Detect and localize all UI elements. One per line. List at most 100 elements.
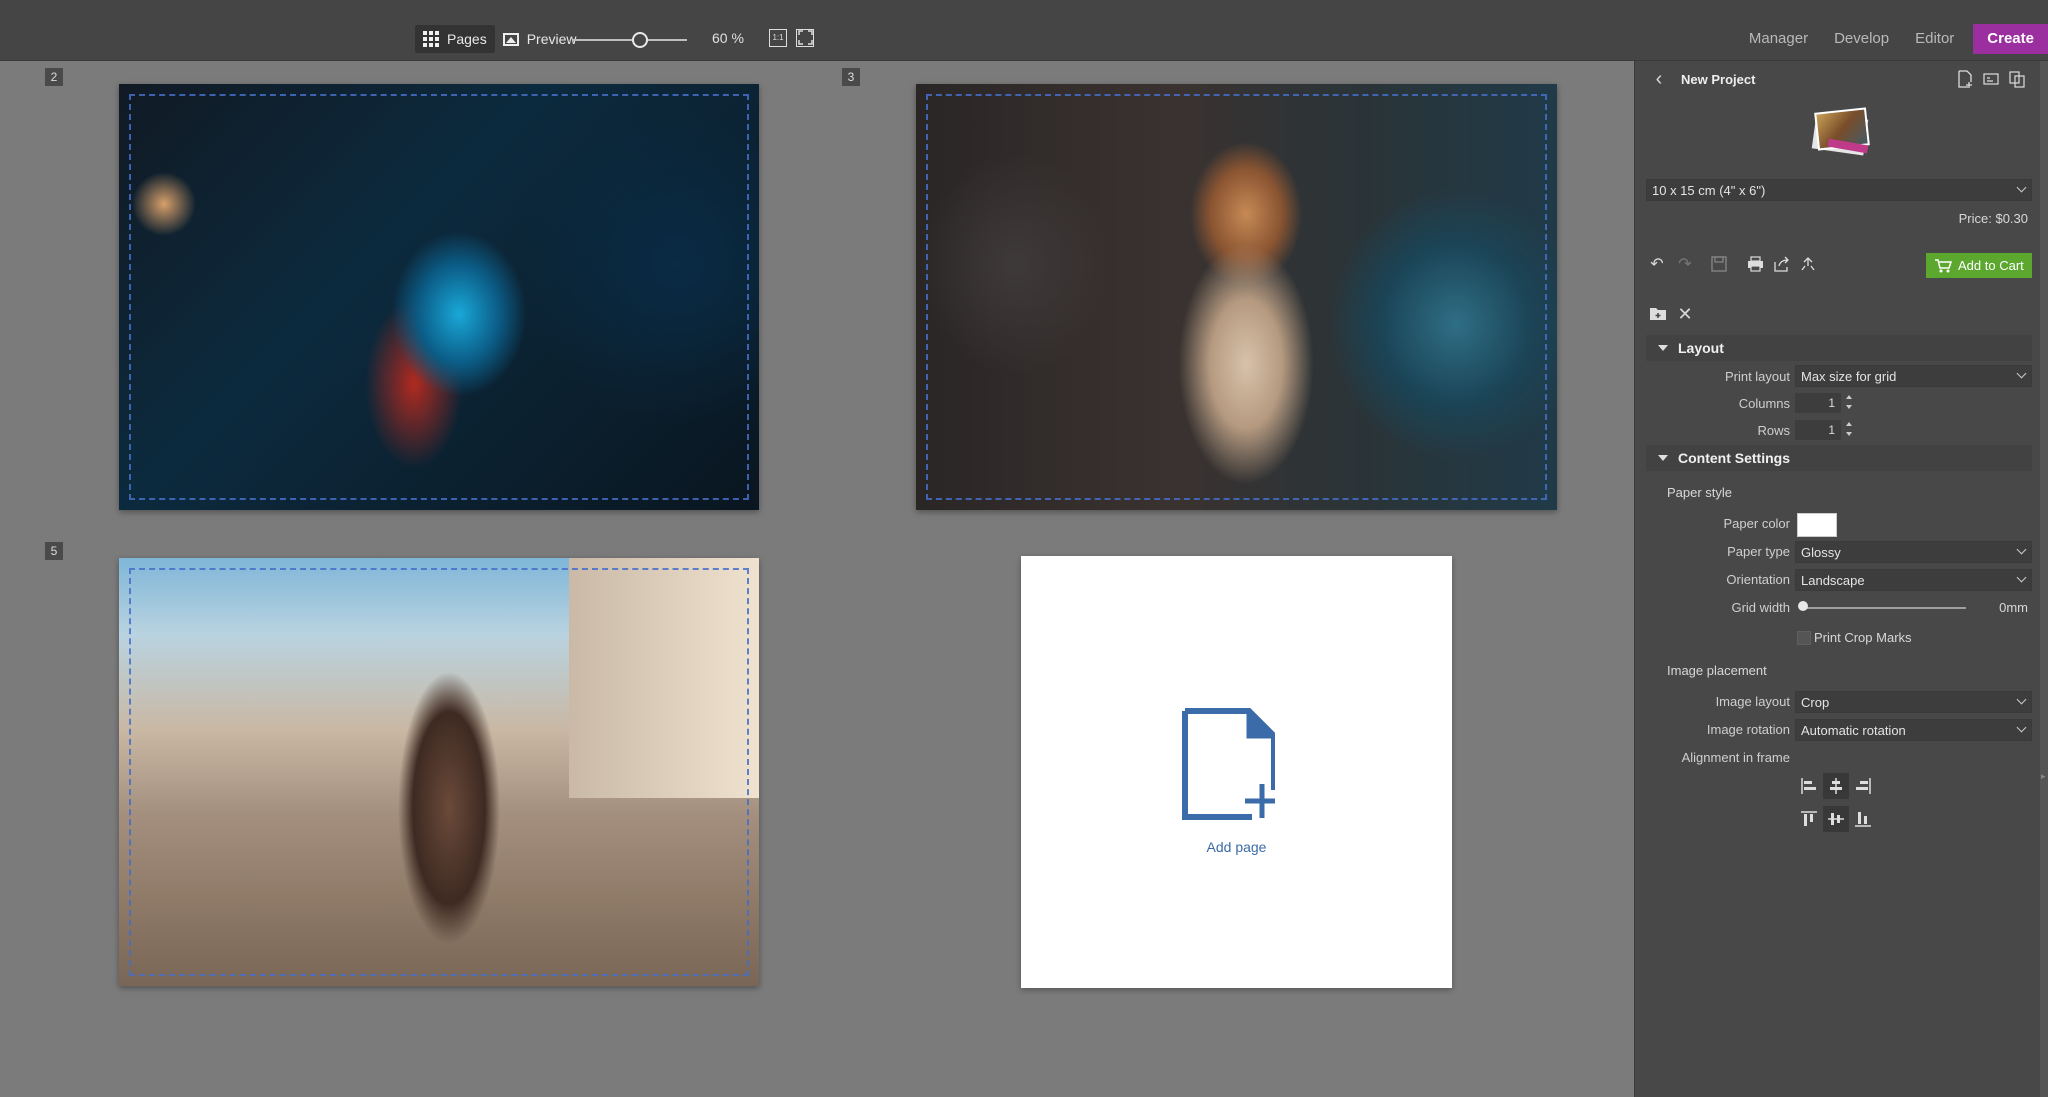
export-icon[interactable] <box>1799 256 1817 274</box>
redo-icon[interactable]: ↷ <box>1676 256 1694 274</box>
product-thumbnail <box>1810 104 1872 162</box>
page-number-badge: 5 <box>45 542 63 560</box>
image-placement-label: Image placement <box>1667 663 1767 678</box>
image-layout-select[interactable]: Crop <box>1795 691 2032 713</box>
rows-stepper[interactable]: 1 <box>1795 420 1841 440</box>
zoom-level: 60 % <box>712 30 744 46</box>
layout-section-title: Layout <box>1678 340 1724 356</box>
crop-guide <box>129 568 749 976</box>
share-icon[interactable] <box>1772 256 1790 274</box>
page-number-badge: 3 <box>842 68 860 86</box>
chevron-down-icon <box>2016 722 2027 733</box>
crop-guide <box>129 94 749 500</box>
add-to-cart-label: Add to Cart <box>1958 258 2024 273</box>
collapse-triangle-icon <box>1658 455 1668 461</box>
grid-width-slider-knob[interactable] <box>1798 601 1808 611</box>
text-frame-icon[interactable] <box>1982 70 2000 88</box>
orientation-select[interactable]: Landscape <box>1795 569 2032 591</box>
chevron-down-icon <box>2016 572 2027 583</box>
collapse-triangle-icon <box>1658 345 1668 351</box>
paper-type-select[interactable]: Glossy <box>1795 541 2032 563</box>
grid-icon <box>423 31 439 47</box>
photo-page-5[interactable] <box>119 558 759 986</box>
develop-module-tab[interactable]: Develop <box>1821 24 1902 54</box>
duplicate-page-icon[interactable] <box>2008 70 2026 88</box>
alignment-in-frame-label: Alignment in frame <box>1681 750 1790 765</box>
add-folder-icon[interactable] <box>1649 305 1667 323</box>
photo-page-3[interactable] <box>916 84 1557 510</box>
price-label: Price: $0.30 <box>1958 211 2028 226</box>
zoom-slider-track[interactable] <box>572 39 687 41</box>
manager-module-tab[interactable]: Manager <box>1736 24 1821 54</box>
close-icon[interactable]: ✕ <box>1676 305 1694 323</box>
content-settings-section-title: Content Settings <box>1678 450 1790 466</box>
image-rotation-value: Automatic rotation <box>1801 723 1906 738</box>
actual-size-icon[interactable]: 1:1 <box>769 29 787 47</box>
chevron-down-icon <box>2016 694 2027 705</box>
add-to-cart-button[interactable]: Add to Cart <box>1926 253 2032 278</box>
columns-stepper-arrows[interactable] <box>1845 393 1855 413</box>
print-icon[interactable] <box>1746 256 1764 274</box>
fit-to-screen-icon[interactable] <box>796 29 814 47</box>
image-rotation-select[interactable]: Automatic rotation <box>1795 719 2032 741</box>
print-layout-select[interactable]: Max size for grid <box>1795 365 2032 387</box>
cart-icon <box>1934 257 1953 282</box>
image-layout-value: Crop <box>1801 695 1830 710</box>
pages-view-label: Pages <box>447 31 487 47</box>
align-center-vertical-button[interactable] <box>1823 806 1849 832</box>
image-layout-label: Image layout <box>1715 694 1790 709</box>
crop-guide <box>926 94 1547 500</box>
print-size-select[interactable]: 10 x 15 cm (4" x 6") <box>1646 179 2032 201</box>
print-layout-label: Print layout <box>1724 369 1790 384</box>
save-icon[interactable] <box>1710 256 1728 274</box>
content-settings-section-header[interactable]: Content Settings <box>1646 445 2032 471</box>
align-right-button[interactable] <box>1850 773 1876 799</box>
print-crop-marks-label: Print Crop Marks <box>1814 630 1912 645</box>
layout-section-header[interactable]: Layout <box>1646 335 2032 361</box>
panel-collapse-edge[interactable]: ▸ <box>2040 61 2048 1097</box>
editor-module-tab[interactable]: Editor <box>1902 24 1967 54</box>
preview-view-label: Preview <box>526 31 577 47</box>
grid-width-slider-track[interactable] <box>1804 607 1966 609</box>
rows-label: Rows <box>1757 423 1790 438</box>
undo-icon[interactable]: ↶ <box>1648 256 1666 274</box>
align-top-button[interactable] <box>1796 806 1822 832</box>
zoom-slider-knob[interactable] <box>632 32 648 48</box>
add-page-button[interactable]: Add page <box>1021 556 1452 988</box>
pages-view-button[interactable]: Pages <box>415 25 495 53</box>
new-page-icon[interactable] <box>1956 70 1974 88</box>
photo-page-2[interactable] <box>119 84 759 510</box>
view-mode-group: Pages Preview <box>415 25 585 53</box>
create-module-tab[interactable]: Create <box>1973 24 2048 54</box>
add-page-icon <box>1182 708 1275 820</box>
image-rotation-label: Image rotation <box>1706 722 1790 737</box>
columns-stepper[interactable]: 1 <box>1795 393 1841 413</box>
image-icon <box>502 32 519 46</box>
print-layout-value: Max size for grid <box>1801 369 1897 384</box>
orientation-value: Landscape <box>1801 573 1865 588</box>
page-number-badge: 2 <box>45 68 63 86</box>
print-crop-marks-checkbox[interactable] <box>1797 631 1811 645</box>
paper-color-swatch[interactable] <box>1797 513 1837 537</box>
grid-width-label: Grid width <box>1731 600 1790 615</box>
paper-color-label: Paper color <box>1723 516 1790 531</box>
chevron-down-icon <box>2016 182 2027 193</box>
align-left-button[interactable] <box>1796 773 1822 799</box>
paper-type-label: Paper type <box>1727 544 1790 559</box>
back-arrow-icon[interactable]: ‹ <box>1650 69 1668 89</box>
chevron-down-icon <box>2016 544 2027 555</box>
top-toolbar: Pages Preview 60 % 1:1 Manager Develop E… <box>0 0 2048 61</box>
align-center-horizontal-button[interactable] <box>1823 773 1849 799</box>
paper-type-value: Glossy <box>1801 545 1841 560</box>
align-bottom-button[interactable] <box>1850 806 1876 832</box>
columns-label: Columns <box>1738 396 1790 411</box>
grid-width-value: 0mm <box>1999 600 2028 615</box>
project-title: New Project <box>1681 72 1756 87</box>
print-size-value: 10 x 15 cm (4" x 6") <box>1652 183 1766 198</box>
paper-style-label: Paper style <box>1667 485 1733 500</box>
module-switcher: Manager Develop Editor Create <box>1736 24 2048 54</box>
add-page-label: Add page <box>1206 839 1267 855</box>
chevron-down-icon <box>2016 368 2027 379</box>
orientation-label: Orientation <box>1726 572 1790 587</box>
rows-stepper-arrows[interactable] <box>1845 420 1855 440</box>
